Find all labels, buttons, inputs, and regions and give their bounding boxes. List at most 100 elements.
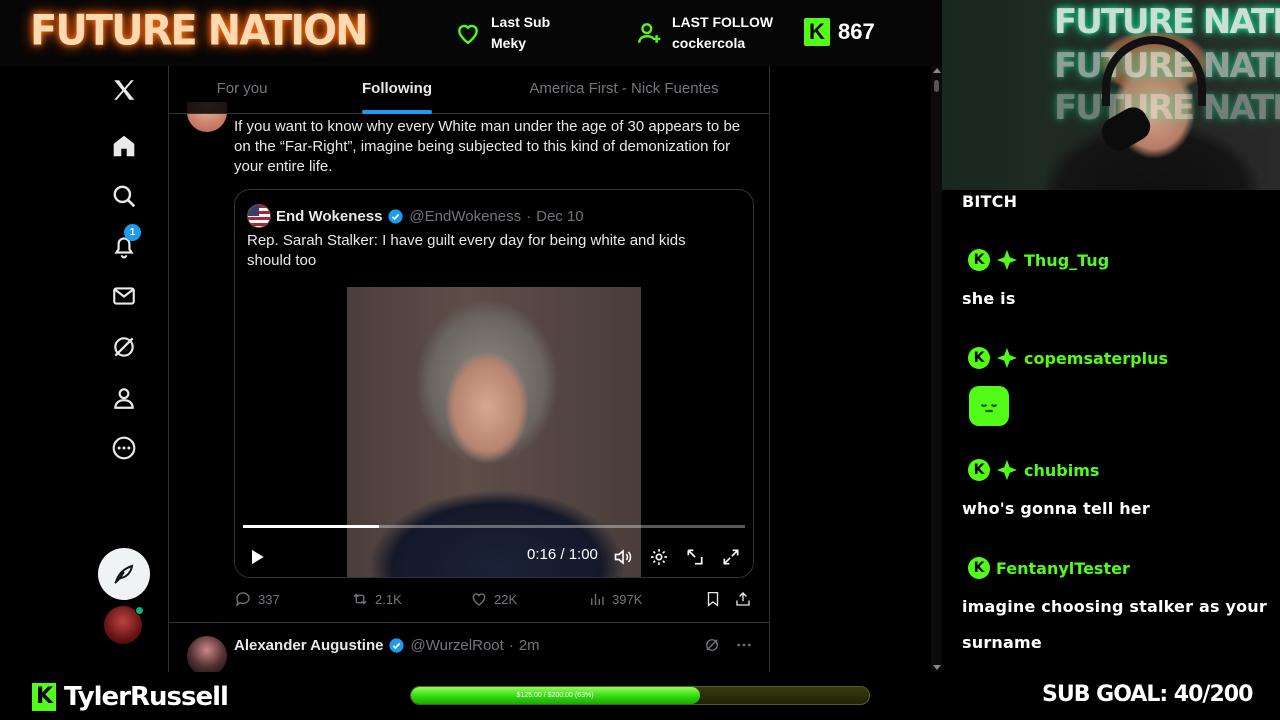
chat-username: K Thug_Tug — [968, 249, 1109, 271]
quoted-author-handle[interactable]: @EndWokeness — [409, 208, 521, 225]
post-actions: 337 2.1K 22K 397K — [234, 590, 754, 612]
feather-icon — [114, 564, 134, 584]
user-plus-icon — [638, 23, 661, 43]
viewer-count: 867 — [838, 19, 875, 44]
bookmark-button[interactable] — [704, 590, 722, 608]
video-progress-fill — [243, 525, 379, 528]
fullscreen-icon[interactable] — [719, 545, 743, 569]
view-count: 397K — [612, 591, 643, 607]
compose-post-button[interactable] — [98, 548, 150, 600]
timeline: For you Following America First - Nick F… — [168, 66, 770, 672]
next-author-name[interactable]: Alexander Augustine — [234, 637, 383, 654]
picture-in-picture-icon[interactable] — [683, 545, 707, 569]
reply-button[interactable]: 337 — [234, 590, 280, 608]
quoted-post-date[interactable]: Dec 10 — [536, 208, 584, 225]
home-icon[interactable] — [108, 130, 140, 162]
verified-badge-icon — [388, 208, 404, 224]
profile-icon[interactable] — [108, 382, 140, 414]
next-author-handle[interactable]: @WurzelRoot — [410, 637, 503, 654]
video-time: 0:16 / 1:00 — [527, 546, 598, 563]
play-icon[interactable] — [245, 545, 269, 569]
last-follow-label: LAST FOLLOW — [672, 14, 774, 30]
views-button[interactable]: 397K — [588, 590, 642, 608]
video-player[interactable]: 0:16 / 1:00 — [235, 287, 753, 577]
kick-badge-icon: K — [968, 557, 990, 579]
sleepy-emote-icon — [969, 386, 1009, 426]
like-button[interactable]: 22K — [470, 590, 517, 608]
tab-for-you[interactable]: For you — [169, 66, 315, 114]
bookmark-icon — [707, 591, 719, 607]
next-post-tools — [703, 636, 753, 654]
like-count: 22K — [494, 591, 518, 607]
repost-button[interactable]: 2.1K — [351, 590, 402, 608]
video-frame — [347, 287, 641, 577]
post-divider — [169, 622, 769, 623]
repost-count: 2.1K — [375, 591, 402, 607]
kick-badge-icon: K — [968, 347, 990, 369]
account-avatar[interactable] — [104, 606, 144, 644]
share-button[interactable] — [734, 590, 752, 608]
chat-username: K chubims — [968, 459, 1099, 481]
sub-goal-amount: $125.00 / $200.00 (63%) — [516, 692, 594, 699]
heart-icon — [458, 24, 478, 45]
chat-username-text: chubims — [1024, 460, 1100, 480]
streamer-tag: K TylerRussell — [32, 682, 229, 712]
online-status-dot — [135, 606, 144, 615]
more-icon[interactable] — [108, 432, 140, 464]
search-icon[interactable] — [108, 180, 140, 212]
last-follow-name: cockercola — [672, 35, 746, 51]
settings-gear-icon[interactable] — [647, 545, 671, 569]
quoted-author-avatar[interactable] — [247, 204, 271, 228]
grok-icon[interactable] — [703, 636, 721, 654]
scroll-up-arrow[interactable] — [933, 68, 941, 73]
notifications-icon[interactable]: 1 — [108, 224, 141, 262]
quoted-post-text: Rep. Sarah Stalker: I have guilt every d… — [247, 232, 686, 269]
webcam-feed: FUTURE NATION FUTURE NATION FUTURE NATIO… — [942, 0, 1280, 190]
next-post-avatar[interactable] — [187, 636, 227, 672]
timeline-tabs: For you Following America First - Nick F… — [169, 66, 769, 114]
chat-username-text: copemsaterplus — [1024, 348, 1169, 368]
x-logo-icon[interactable] — [108, 74, 140, 106]
share-icon — [736, 592, 750, 606]
scroll-thumb[interactable] — [934, 80, 939, 92]
video-progress-bar[interactable] — [243, 525, 745, 528]
kick-badge-icon: K — [968, 459, 990, 481]
tab-following[interactable]: Following — [315, 66, 479, 114]
chat-username-text: Thug_Tug — [1024, 250, 1110, 270]
separator-dot: · — [508, 637, 514, 654]
verified-badge-icon — [389, 638, 405, 653]
separator-dot: · — [526, 207, 532, 225]
last-follow-widget: LAST FOLLOW cockercola — [636, 12, 773, 54]
reply-count: 337 — [258, 591, 280, 607]
volume-icon[interactable] — [611, 545, 635, 569]
stream-chat: BITCH K Thug_Tug she is K copemsaterplus… — [942, 190, 1280, 672]
reply-icon — [235, 592, 250, 607]
grok-icon[interactable] — [108, 331, 140, 363]
next-post-time[interactable]: 2m — [519, 637, 540, 654]
viewer-count-widget: K 867 — [804, 18, 875, 46]
chat-message-continued: surname — [962, 633, 1042, 652]
quoted-post-header: End Wokeness @EndWokeness · Dec 10 — [247, 204, 584, 228]
page-scrollbar[interactable] — [931, 66, 942, 672]
chat-message: BITCH — [962, 192, 1018, 211]
more-options-icon[interactable] — [735, 636, 753, 654]
chat-username: K FentanylTester — [968, 557, 1130, 579]
bar-chart-icon — [591, 593, 604, 605]
last-sub-name: Meky — [491, 35, 527, 51]
scroll-down-arrow[interactable] — [933, 665, 941, 670]
last-sub-widget: Last Sub Meky — [455, 12, 550, 54]
notification-badge: 1 — [124, 224, 141, 241]
stream-top-overlay: FUTURE NATION Last Sub Meky LAST FOLLOW … — [0, 0, 942, 66]
sparkle-badge-icon — [996, 459, 1018, 481]
tab-america-first[interactable]: America First - Nick Fuentes — [479, 66, 769, 114]
sparkle-badge-icon — [996, 347, 1018, 369]
messages-icon[interactable] — [108, 280, 140, 312]
quoted-author-name[interactable]: End Wokeness — [276, 208, 382, 225]
left-sidebar: 1 — [0, 66, 168, 672]
chat-message: she is — [962, 289, 1016, 308]
kick-badge-icon: K — [968, 249, 990, 271]
quoted-post[interactable]: End Wokeness @EndWokeness · Dec 10 Rep. … — [234, 189, 754, 578]
sub-goal-progress-bar: $125.00 / $200.00 (63%) — [410, 686, 870, 705]
kick-logo-icon: K — [32, 683, 56, 711]
heart-icon — [472, 593, 486, 606]
